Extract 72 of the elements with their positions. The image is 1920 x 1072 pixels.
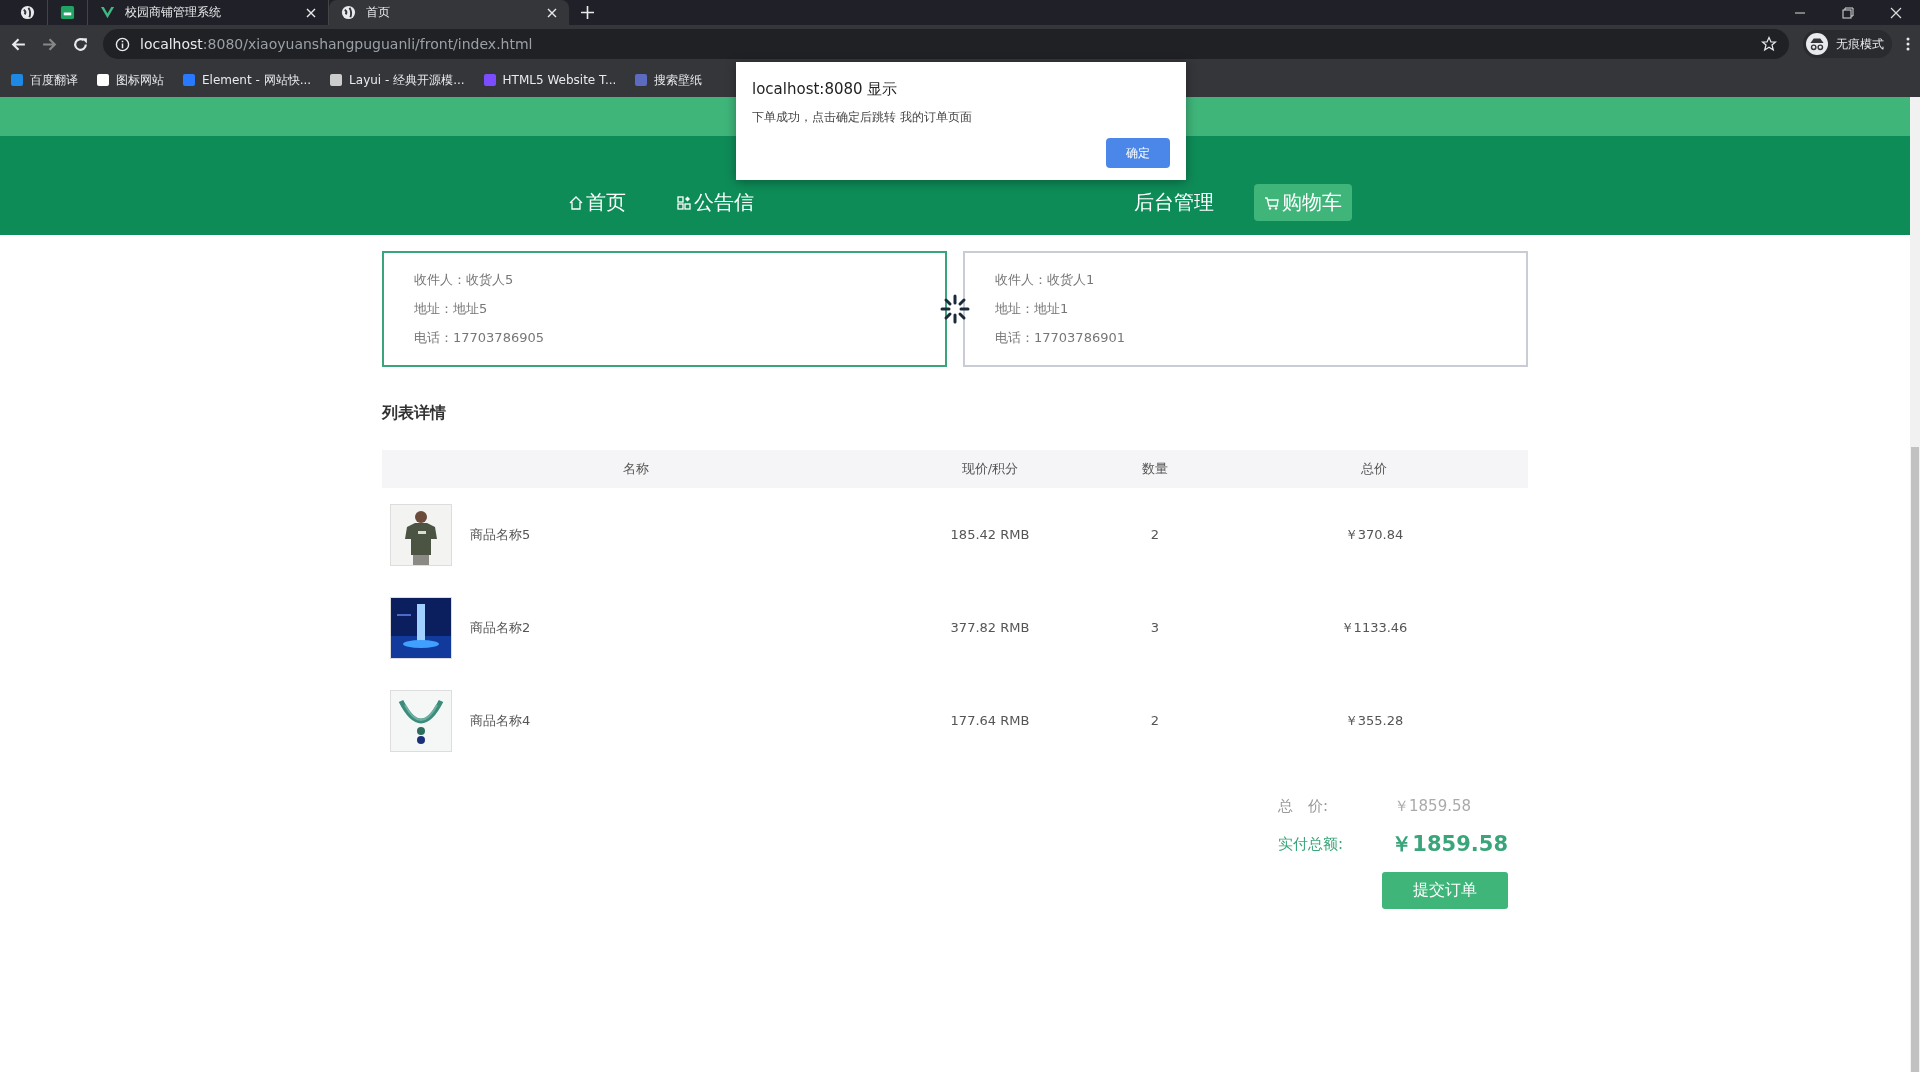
bookmark[interactable]: Element - 网站快...	[182, 71, 312, 89]
product-name: 商品名称5	[470, 525, 531, 544]
bookmark-icon	[182, 73, 196, 87]
bookmark[interactable]: Layui - 经典开源模...	[329, 71, 465, 89]
dialog-message: 下单成功，点击确定后跳转 我的订单页面	[752, 109, 973, 126]
table-cell-text: 2	[1149, 713, 1161, 728]
close-icon[interactable]	[306, 7, 316, 18]
table-cell-text: 177.64 RMB	[949, 713, 1031, 728]
paid-label: 实付总额:	[1278, 834, 1345, 854]
product-name: 商品名称2	[470, 618, 531, 637]
bookmark-icon	[482, 73, 497, 87]
info-icon	[115, 36, 130, 52]
address-card[interactable]: 收件人：收货人1 地址：地址1 电话：17703786901	[963, 251, 1528, 367]
table-cell-text: 2	[1149, 527, 1161, 542]
address-line: 收件人：收货人1	[995, 271, 1096, 289]
browser-tab[interactable]: 首页	[329, 0, 569, 25]
section-title: 列表详情	[382, 403, 447, 424]
dialog-title: localhost:8080 显示	[752, 80, 899, 99]
bookmark[interactable]: HTML5 Website T...	[482, 73, 617, 87]
nav-link[interactable]: 后台管理	[1124, 184, 1224, 221]
bookmark-icon	[634, 73, 649, 87]
restore-icon[interactable]	[1842, 6, 1854, 19]
table-cell-text: 3	[1149, 620, 1161, 635]
bookmark-icon	[10, 73, 24, 87]
table-cell-text: ￥1133.46	[1339, 618, 1409, 637]
close-icon[interactable]	[1890, 6, 1902, 19]
table-cell-text: ￥370.84	[1343, 525, 1405, 544]
column-header: 总价	[1360, 460, 1388, 478]
ok-button[interactable]: 确定	[1106, 138, 1170, 168]
total-value: ￥1859.58	[1394, 797, 1472, 816]
address-line: 收件人：收货人5	[414, 271, 515, 289]
bookmark-icon	[329, 73, 344, 87]
v-logo-icon	[100, 5, 115, 20]
product-name: 商品名称4	[470, 711, 531, 730]
home-icon	[568, 194, 584, 211]
tab-title: 首页	[366, 4, 391, 21]
cart-icon	[1264, 194, 1280, 211]
column-header: 现价/积分	[960, 460, 1020, 478]
spreadsheet-icon	[60, 5, 75, 20]
globe-icon	[20, 5, 35, 20]
table-cell-text: 377.82 RMB	[949, 620, 1031, 635]
column-header: 名称	[622, 460, 650, 478]
address-bar[interactable]: localhost:8080/xiaoyuanshangpuguanli/front/index.html	[103, 29, 1789, 59]
scrollbar-thumb[interactable]	[1911, 447, 1919, 1072]
incognito-button[interactable]: 无痕模式	[1803, 30, 1892, 58]
globe-icon	[341, 5, 356, 20]
bookmark[interactable]: 图标网站	[96, 71, 164, 89]
address-line: 电话：17703786905	[414, 329, 545, 347]
address-line: 电话：17703786901	[995, 329, 1126, 347]
loading-spinner-icon	[940, 294, 970, 324]
address-line: 地址：地址1	[995, 300, 1070, 318]
table-cell-text: 185.42 RMB	[949, 527, 1031, 542]
column-header: 数量	[1141, 460, 1169, 478]
address-card[interactable]: 收件人：收货人5 地址：地址5 电话：17703786905	[382, 251, 947, 367]
incognito-icon	[1806, 33, 1828, 55]
grid-icon	[676, 194, 692, 211]
address-line: 地址：地址5	[414, 300, 489, 318]
tab-title: 校园商铺管理系统	[125, 4, 222, 21]
total-label: 总 价:	[1278, 797, 1330, 816]
bookmark[interactable]: 百度翻译	[10, 71, 78, 89]
bookmark-icon	[96, 73, 110, 87]
paid-amount: ￥1859.58	[1391, 831, 1508, 858]
nav-link[interactable]: 公告信	[666, 184, 764, 221]
table-cell-text: ￥355.28	[1343, 711, 1405, 730]
url-text: localhost:8080/xiaoyuanshangpuguanli/front/index.html	[140, 36, 533, 52]
new-tab-icon[interactable]	[581, 6, 594, 19]
bookmark[interactable]: 搜索壁纸	[634, 71, 703, 89]
star-icon[interactable]	[1761, 36, 1777, 52]
nav-link[interactable]: 首页	[558, 184, 636, 221]
reload-icon[interactable]	[72, 35, 89, 53]
menu-icon[interactable]	[1906, 36, 1910, 52]
close-icon[interactable]	[547, 7, 557, 18]
